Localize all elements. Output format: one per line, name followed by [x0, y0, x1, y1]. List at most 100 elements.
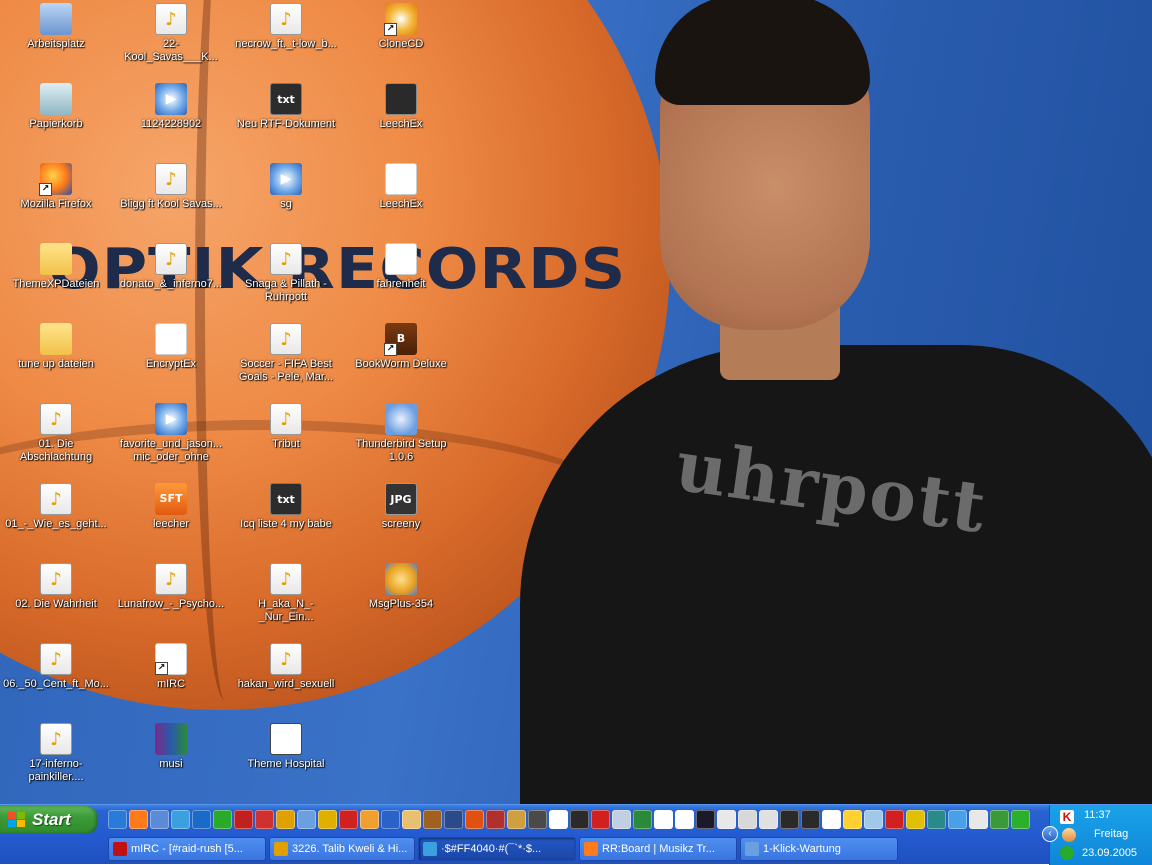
desktop-icon[interactable]: txt Neu RTF-Dokument: [230, 81, 342, 159]
quick-launch-icon[interactable]: [171, 810, 190, 829]
desktop-icon[interactable]: tune up dateien: [0, 321, 112, 399]
quick-launch-icon[interactable]: [339, 810, 358, 829]
desktop-icon[interactable]: Tribut: [230, 401, 342, 479]
quick-launch-icon[interactable]: [738, 810, 757, 829]
quick-launch-icon[interactable]: [276, 810, 295, 829]
desktop-icon[interactable]: sg: [230, 161, 342, 239]
desktop-icon[interactable]: 01. Die Abschlachtung: [0, 401, 112, 479]
kaspersky-icon[interactable]: K: [1060, 810, 1074, 824]
quick-launch-icon[interactable]: [633, 810, 652, 829]
desktop-icon[interactable]: m mIRC: [115, 641, 227, 719]
desktop-icon[interactable]: + Theme Hospital: [230, 721, 342, 799]
quick-launch-icon[interactable]: [885, 810, 904, 829]
quick-launch-icon[interactable]: [234, 810, 253, 829]
quick-launch-icon[interactable]: [213, 810, 232, 829]
desktop-icon[interactable]: CEx EncryptEx: [115, 321, 227, 399]
quick-launch-icon[interactable]: [570, 810, 589, 829]
quick-launch-icon[interactable]: [402, 810, 421, 829]
audio-file-icon: [40, 403, 72, 435]
quick-launch-icon[interactable]: [801, 810, 820, 829]
quick-launch-bar: [108, 810, 1030, 832]
desktop-icon[interactable]: donato_&_inferno7...: [115, 241, 227, 319]
icq-flower-icon[interactable]: [1060, 846, 1074, 860]
desktop-icon[interactable]: Thunderbird Setup 1.0.6: [345, 401, 457, 479]
quick-launch-icon[interactable]: [759, 810, 778, 829]
desktop-icon[interactable]: Lunafrow_-_Psycho...: [115, 561, 227, 639]
desktop-icon[interactable]: 22-Kool_Savas___K...: [115, 1, 227, 79]
quick-launch-icon[interactable]: [822, 810, 841, 829]
quick-launch-icon[interactable]: [717, 810, 736, 829]
desktop-icon[interactable]: necrow_ft._t-low_b...: [230, 1, 342, 79]
task-label: 1-Klick-Wartung: [763, 843, 841, 855]
quick-launch-icon[interactable]: [444, 810, 463, 829]
start-button[interactable]: Start: [0, 806, 98, 834]
desktop-icon[interactable]: Papierkorb: [0, 81, 112, 159]
desktop-icon[interactable]: 1124228902: [115, 81, 227, 159]
desktop-icon[interactable]: JPG screeny: [345, 481, 457, 559]
desktop-icon[interactable]: SFT leecher: [115, 481, 227, 559]
desktop-icon[interactable]: LEx LeechEx: [345, 161, 457, 239]
task-button-winamp[interactable]: 3226. Talib Kweli & Hi...: [269, 837, 415, 861]
theme-hospital-icon: +: [270, 723, 302, 755]
quick-launch-icon[interactable]: [381, 810, 400, 829]
quick-launch-icon[interactable]: [864, 810, 883, 829]
quick-launch-icon[interactable]: [1011, 810, 1030, 829]
desktop-icon[interactable]: Bligg ft Kool Savas...: [115, 161, 227, 239]
desktop-icon[interactable]: CloneCD: [345, 1, 457, 79]
desktop[interactable]: uhrpott OPTIK RECORDS Arbeitsplatz Papier…: [0, 0, 1152, 804]
desktop-icon[interactable]: 02. Die Wahrheit: [0, 561, 112, 639]
task-button-1-klick-wartung[interactable]: 1-Klick-Wartung: [740, 837, 898, 861]
desktop-icon[interactable]: LeechEx: [345, 81, 457, 159]
desktop-icon-label: 01. Die Abschlachtung: [19, 438, 93, 463]
quick-launch-icon[interactable]: [612, 810, 631, 829]
task-button-mirc[interactable]: mIRC - [#raid-rush [5...: [108, 837, 266, 861]
quick-launch-icon[interactable]: [654, 810, 673, 829]
quick-launch-icon[interactable]: [549, 810, 568, 829]
desktop-icon[interactable]: B BookWorm Deluxe: [345, 321, 457, 399]
desktop-icon[interactable]: txt Icq liste 4 my babe: [230, 481, 342, 559]
desktop-icon[interactable]: H_aka_N_-_Nur_Ein...: [230, 561, 342, 639]
quick-launch-icon[interactable]: [318, 810, 337, 829]
quick-launch-icon[interactable]: [465, 810, 484, 829]
quick-launch-icon[interactable]: [780, 810, 799, 829]
quick-launch-icon[interactable]: [423, 810, 442, 829]
quick-launch-icon[interactable]: [948, 810, 967, 829]
quick-launch-icon[interactable]: [486, 810, 505, 829]
quick-launch-icon[interactable]: [297, 810, 316, 829]
quick-launch-icon[interactable]: [255, 810, 274, 829]
desktop-icon[interactable]: LEx fahrenheit: [345, 241, 457, 319]
desktop-icon[interactable]: Mozilla Firefox: [0, 161, 112, 239]
desktop-icon[interactable]: musi: [115, 721, 227, 799]
desktop-icon[interactable]: hakan_wird_sexuell: [230, 641, 342, 719]
quick-launch-icon[interactable]: [150, 810, 169, 829]
task-button-firefox[interactable]: RR:Board | Musikz Tr...: [579, 837, 737, 861]
desktop-icon[interactable]: Soccer - FIFA Best Goals - Pele, Mar...: [230, 321, 342, 399]
task-label: RR:Board | Musikz Tr...: [602, 843, 715, 855]
quick-launch-icon[interactable]: [843, 810, 862, 829]
desktop-icon[interactable]: 01_-_Wie_es_geht...: [0, 481, 112, 559]
quick-launch-icon[interactable]: [927, 810, 946, 829]
quick-launch-icon[interactable]: [906, 810, 925, 829]
desktop-icon[interactable]: Arbeitsplatz: [0, 1, 112, 79]
desktop-icon[interactable]: favorite_und_jason... mic_oder_ohne: [115, 401, 227, 479]
quick-launch-icon[interactable]: [129, 810, 148, 829]
quick-launch-icon[interactable]: [696, 810, 715, 829]
quick-launch-icon[interactable]: [360, 810, 379, 829]
quick-launch-icon[interactable]: [675, 810, 694, 829]
desktop-icon[interactable]: 06._50_Cent_ft_Mo...: [0, 641, 112, 719]
tray-expand-button[interactable]: ‹: [1042, 826, 1058, 842]
quick-launch-icon[interactable]: [969, 810, 988, 829]
quick-launch-icon[interactable]: [507, 810, 526, 829]
quick-launch-icon[interactable]: [108, 810, 127, 829]
desktop-icon[interactable]: 17-inferno-painkiller....: [0, 721, 112, 799]
tray-clock[interactable]: 11:37: [1084, 809, 1111, 821]
quick-launch-icon[interactable]: [591, 810, 610, 829]
users-icon[interactable]: [1062, 828, 1076, 842]
task-button-messenger[interactable]: ·$#FF4040·#(¯`*·$...: [418, 837, 576, 861]
desktop-icon[interactable]: MsgPlus-354: [345, 561, 457, 639]
quick-launch-icon[interactable]: [990, 810, 1009, 829]
desktop-icon[interactable]: Snaga & Pillath - Ruhrpott: [230, 241, 342, 319]
quick-launch-icon[interactable]: [192, 810, 211, 829]
quick-launch-icon[interactable]: [528, 810, 547, 829]
desktop-icon[interactable]: ThemeXPDateien: [0, 241, 112, 319]
